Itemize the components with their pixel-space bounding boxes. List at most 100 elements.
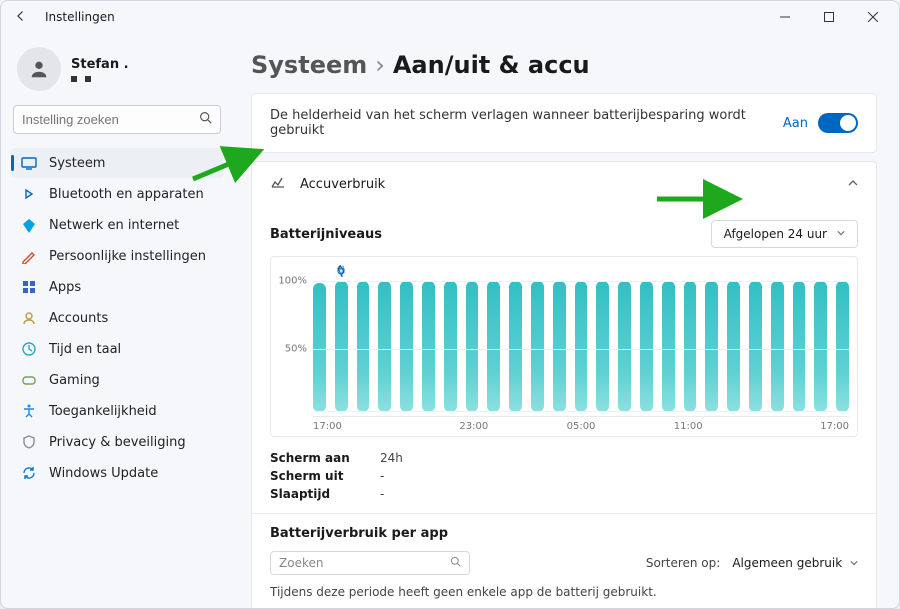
search-icon	[450, 556, 461, 570]
screen-time-stats: Scherm aan 24h Scherm uit - Slaaptijd -	[270, 451, 858, 501]
chart-bar[interactable]	[400, 281, 413, 412]
person-icon	[28, 58, 50, 80]
netwerk-icon	[21, 217, 37, 233]
chevron-up-icon	[848, 177, 858, 191]
chart-bar[interactable]	[378, 281, 391, 412]
chart-bar[interactable]	[596, 281, 609, 412]
minimize-icon	[780, 12, 790, 22]
chart-bar[interactable]	[509, 281, 522, 412]
chart-bar[interactable]	[466, 281, 479, 412]
chart-bar[interactable]	[531, 281, 544, 412]
battery-usage-header[interactable]: Accuverbruik	[252, 162, 876, 206]
nav-list: Systeem Bluetooth en apparaten Netwerk en …	[11, 148, 223, 488]
sidebar-item-label: Privacy & beveiliging	[49, 435, 186, 450]
gaming-icon	[21, 372, 37, 388]
privacy-icon	[21, 434, 37, 450]
user-name: Stefan .	[71, 57, 129, 72]
window-title: Instellingen	[45, 10, 115, 24]
sidebar-item-accounts[interactable]: Accounts	[11, 303, 223, 333]
chart-bar[interactable]	[618, 281, 631, 412]
sidebar-item-label: Bluetooth en apparaten	[49, 187, 204, 202]
sort-dropdown[interactable]: Algemeen gebruik	[732, 556, 858, 570]
chart-bar[interactable]	[422, 281, 435, 412]
close-button[interactable]	[851, 2, 895, 32]
sidebar-item-label: Persoonlijke instellingen	[49, 249, 206, 264]
chart-bar[interactable]	[814, 281, 827, 412]
sidebar-item-update[interactable]: Windows Update	[11, 458, 223, 488]
battery-levels-title: Batterijniveaus	[270, 227, 711, 242]
sidebar: Stefan . Systeem Bluetooth en apparaten Ne…	[1, 33, 233, 608]
brightness-card: De helderheid van het scherm verlagen wa…	[251, 93, 877, 153]
chevron-down-icon	[837, 229, 845, 240]
sidebar-item-label: Gaming	[49, 373, 100, 388]
close-icon	[868, 12, 878, 22]
sidebar-item-label: Windows Update	[49, 466, 158, 481]
stat-sleep-label: Slaaptijd	[270, 487, 380, 501]
sidebar-item-netwerk[interactable]: Netwerk en internet	[11, 210, 223, 240]
back-button[interactable]	[11, 10, 31, 25]
time-range-label: Afgelopen 24 uur	[724, 227, 827, 241]
user-row[interactable]: Stefan .	[11, 43, 223, 105]
line-chart-icon	[270, 174, 286, 194]
battery-chart: 100% 50% 17:00 23:00 05:00 11:00	[270, 256, 858, 437]
sidebar-item-privacy[interactable]: Privacy & beveiliging	[11, 427, 223, 457]
settings-search[interactable]	[13, 105, 221, 134]
bluetooth-icon	[21, 186, 37, 202]
search-icon	[199, 111, 212, 128]
chart-bar[interactable]	[684, 281, 697, 412]
chart-bar[interactable]	[444, 281, 457, 412]
sidebar-item-systeem[interactable]: Systeem	[11, 148, 223, 178]
titlebar: Instellingen	[1, 1, 899, 33]
time-range-dropdown[interactable]: Afgelopen 24 uur	[711, 220, 858, 248]
chart-bar[interactable]	[749, 281, 762, 412]
minimize-button[interactable]	[763, 2, 807, 32]
chart-bar[interactable]	[487, 281, 500, 412]
chart-bar[interactable]	[357, 281, 370, 412]
chart-bar[interactable]	[662, 281, 675, 412]
apps-icon	[21, 279, 37, 295]
per-app-title: Batterijverbruik per app	[270, 526, 858, 541]
sidebar-item-persoonlijk[interactable]: Persoonlijke instellingen	[11, 241, 223, 271]
y-tick-50: 50%	[285, 344, 307, 355]
sidebar-item-gaming[interactable]: Gaming	[11, 365, 223, 395]
arrow-left-icon	[15, 10, 27, 22]
sidebar-item-tijd[interactable]: Tijd en taal	[11, 334, 223, 364]
sidebar-item-toegankelijkheid[interactable]: Toegankelijkheid	[11, 396, 223, 426]
persoonlijk-icon	[21, 248, 37, 264]
chart-bar[interactable]	[727, 281, 740, 412]
chart-bar[interactable]	[575, 281, 588, 412]
sidebar-item-label: Accounts	[49, 311, 108, 326]
stat-screen-off-value: -	[380, 469, 858, 483]
brightness-saver-label: De helderheid van het scherm verlagen wa…	[270, 108, 783, 138]
breadcrumb-parent[interactable]: Systeem	[251, 51, 367, 79]
stat-screen-on-value: 24h	[380, 451, 858, 465]
per-app-search-placeholder: Zoeken	[279, 556, 450, 570]
x-axis: 17:00 23:00 05:00 11:00 17:00	[313, 421, 849, 432]
update-icon	[21, 465, 37, 481]
sidebar-item-label: Toegankelijkheid	[49, 404, 157, 419]
page-title: Aan/uit & accu	[393, 51, 590, 79]
per-app-search[interactable]: Zoeken	[270, 551, 470, 575]
chart-bar[interactable]	[771, 281, 784, 412]
per-app-empty-note: Tijdens deze periode heeft geen enkele a…	[270, 585, 858, 599]
chart-bar[interactable]	[640, 281, 653, 412]
chart-bar[interactable]	[313, 283, 326, 412]
avatar	[17, 47, 61, 91]
chart-bar[interactable]	[335, 281, 348, 412]
maximize-icon	[824, 12, 834, 22]
charging-icon	[337, 265, 347, 280]
brightness-saver-toggle[interactable]	[818, 113, 858, 133]
sidebar-item-label: Netwerk en internet	[49, 218, 179, 233]
chart-bar[interactable]	[553, 281, 566, 412]
stat-sleep-value: -	[380, 487, 858, 501]
chart-bar[interactable]	[705, 281, 718, 412]
chart-bar[interactable]	[793, 281, 806, 412]
chart-bar[interactable]	[836, 281, 849, 412]
user-status	[71, 76, 129, 82]
tijd-icon	[21, 341, 37, 357]
maximize-button[interactable]	[807, 2, 851, 32]
chevron-down-icon	[850, 559, 858, 567]
sidebar-item-bluetooth[interactable]: Bluetooth en apparaten	[11, 179, 223, 209]
sidebar-item-apps[interactable]: Apps	[11, 272, 223, 302]
settings-search-input[interactable]	[22, 112, 199, 127]
